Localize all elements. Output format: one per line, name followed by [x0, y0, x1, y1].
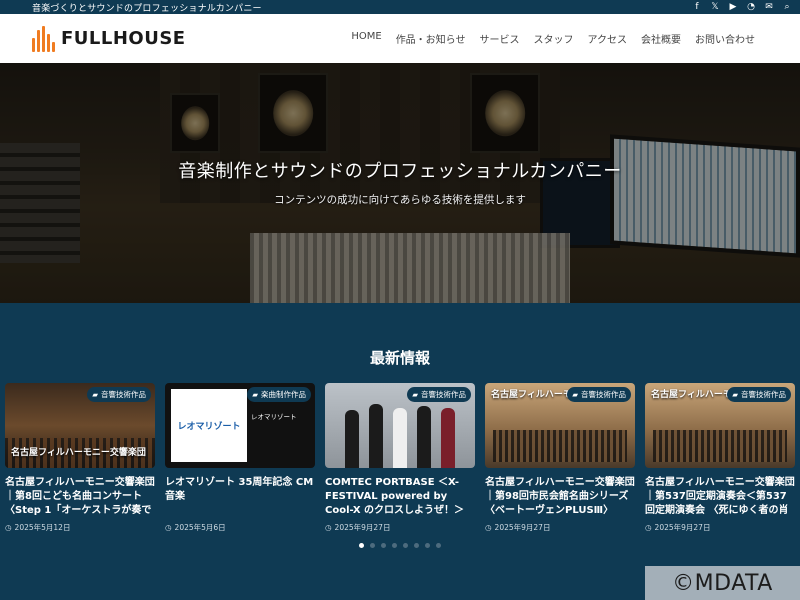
folder-icon: ▰ — [572, 390, 578, 399]
latest-news-section: 最新情報 名古屋フィルハーモニー交響楽団 ▰ 音響技術作品 名古屋フィルハーモニー… — [0, 303, 800, 600]
nav-services[interactable]: サービス — [473, 31, 527, 46]
news-card[interactable]: レオマリゾート レオマリゾート ▰ 楽曲制作作品 レオマリゾート 35周年記念 C… — [165, 383, 315, 533]
site-logo[interactable]: FULLHOUSE — [32, 25, 186, 52]
clock-icon: ◷ — [645, 523, 652, 532]
band-member — [393, 408, 407, 468]
nav-staff[interactable]: スタッフ — [527, 31, 581, 46]
facebook-icon[interactable]: f — [692, 2, 702, 12]
category-badge[interactable]: ▰ 音響技術作品 — [407, 387, 471, 402]
search-icon[interactable]: ⌕ — [782, 2, 792, 12]
hero-banner: 音楽制作とサウンドのプロフェッショナルカンパニー コンテンツの成功に向けてあらゆ… — [0, 63, 800, 303]
top-bar: 音楽づくりとサウンドのプロフェッショナルカンパニー f 𝕏 ▶ ◔ ✉ ⌕ — [0, 0, 800, 14]
youtube-icon[interactable]: ▶ — [728, 2, 738, 12]
carousel-dot[interactable] — [414, 543, 419, 548]
nav-contact[interactable]: お問い合わせ — [688, 31, 762, 46]
category-badge[interactable]: ▰ 音響技術作品 — [567, 387, 631, 402]
band-member — [345, 410, 359, 468]
news-title[interactable]: レオマリゾート 35周年記念 CM音楽 — [165, 476, 315, 518]
news-title[interactable]: 名古屋フィルハーモニー交響楽団｜第8回こども名曲コンサート〈Step 1「オーケ… — [5, 476, 155, 518]
news-card[interactable]: 名古屋フィルハーモニー交響楽団 ▰ 音響技術作品 名古屋フィルハーモニー交響楽団｜… — [645, 383, 795, 533]
leomaresort-logo: レオマリゾート — [171, 389, 247, 462]
news-thumbnail[interactable]: レオマリゾート レオマリゾート ▰ 楽曲制作作品 — [165, 383, 315, 468]
top-tagline: 音楽づくりとサウンドのプロフェッショナルカンパニー — [32, 3, 262, 14]
hero-title: 音楽制作とサウンドのプロフェッショナルカンパニー — [178, 161, 622, 182]
social-links: f 𝕏 ▶ ◔ ✉ ⌕ — [692, 2, 792, 12]
logo-text: FULLHOUSE — [61, 28, 186, 49]
news-carousel: 名古屋フィルハーモニー交響楽団 ▰ 音響技術作品 名古屋フィルハーモニー交響楽団｜… — [5, 383, 795, 533]
carousel-dot[interactable] — [436, 543, 441, 548]
carousel-dot[interactable] — [403, 543, 408, 548]
carousel-dot[interactable] — [392, 543, 397, 548]
news-card[interactable]: 名古屋フィルハーモニー交響楽団 ▰ 音響技術作品 名古屋フィルハーモニー交響楽団｜… — [485, 383, 635, 533]
carousel-dot[interactable] — [381, 543, 386, 548]
leomaresort-text: レオマリゾート — [251, 413, 297, 421]
news-card[interactable]: ▰ 音響技術作品 COMTEC PORTBASE ＜X-FESTIVAL powe… — [325, 383, 475, 533]
folder-icon: ▰ — [252, 390, 258, 399]
carousel-dot[interactable] — [370, 543, 375, 548]
category-badge[interactable]: ▰ 楽曲制作作品 — [247, 387, 311, 402]
band-member — [441, 408, 455, 468]
news-thumbnail[interactable]: 名古屋フィルハーモニー交響楽団 ▰ 音響技術作品 — [645, 383, 795, 468]
carousel-dot[interactable] — [359, 543, 364, 548]
news-date: ◷ 2025年9月27日 — [485, 523, 551, 532]
mail-icon[interactable]: ✉ — [764, 2, 774, 12]
main-nav: HOME 作品・お知らせ サービス スタッフ アクセス 会社概要 お問い合わせ — [344, 31, 762, 46]
site-header: FULLHOUSE HOME 作品・お知らせ サービス スタッフ アクセス 会社… — [0, 14, 800, 63]
news-card[interactable]: 名古屋フィルハーモニー交響楽団 ▰ 音響技術作品 名古屋フィルハーモニー交響楽団｜… — [5, 383, 155, 533]
news-title[interactable]: 名古屋フィルハーモニー交響楽団｜第98回市民会館名曲シリーズ〈ベートーヴェンPL… — [485, 476, 635, 518]
news-heading: 最新情報 — [369, 349, 430, 367]
rss-icon[interactable]: ◔ — [746, 2, 756, 12]
nav-company[interactable]: 会社概要 — [634, 31, 688, 46]
clock-icon: ◷ — [325, 523, 332, 532]
nav-works-news[interactable]: 作品・お知らせ — [389, 31, 473, 46]
nav-home[interactable]: HOME — [344, 31, 388, 46]
news-thumbnail[interactable]: ▰ 音響技術作品 — [325, 383, 475, 468]
folder-icon: ▰ — [732, 390, 738, 399]
category-badge[interactable]: ▰ 音響技術作品 — [727, 387, 791, 402]
band-member — [417, 406, 431, 468]
clock-icon: ◷ — [485, 523, 492, 532]
news-date: ◷ 2025年9月27日 — [645, 523, 711, 532]
logo-bars-icon — [32, 25, 55, 52]
folder-icon: ▰ — [92, 390, 98, 399]
clock-icon: ◷ — [5, 523, 12, 532]
news-title[interactable]: COMTEC PORTBASE ＜X-FESTIVAL powered by C… — [325, 476, 475, 518]
news-title[interactable]: 名古屋フィルハーモニー交響楽団｜第537回定期演奏会＜第537回定期演奏会 〈死… — [645, 476, 795, 518]
carousel-dot[interactable] — [425, 543, 430, 548]
news-thumbnail[interactable]: 名古屋フィルハーモニー交響楽団 ▰ 音響技術作品 — [485, 383, 635, 468]
band-member — [369, 404, 383, 468]
carousel-pagination — [0, 543, 800, 548]
news-date: ◷ 2025年5月12日 — [5, 523, 71, 532]
news-thumbnail[interactable]: 名古屋フィルハーモニー交響楽団 ▰ 音響技術作品 — [5, 383, 155, 468]
thumbnail-caption: 名古屋フィルハーモニー交響楽団 — [11, 448, 146, 458]
watermark: ©MDATA — [645, 566, 800, 600]
folder-icon: ▰ — [412, 390, 418, 399]
news-date: ◷ 2025年5月6日 — [165, 523, 226, 532]
hero-subtitle: コンテンツの成功に向けてあらゆる技術を提供します — [274, 194, 526, 206]
clock-icon: ◷ — [165, 523, 172, 532]
x-icon[interactable]: 𝕏 — [710, 2, 720, 12]
nav-access[interactable]: アクセス — [581, 31, 635, 46]
category-badge[interactable]: ▰ 音響技術作品 — [87, 387, 151, 402]
news-date: ◷ 2025年9月27日 — [325, 523, 391, 532]
